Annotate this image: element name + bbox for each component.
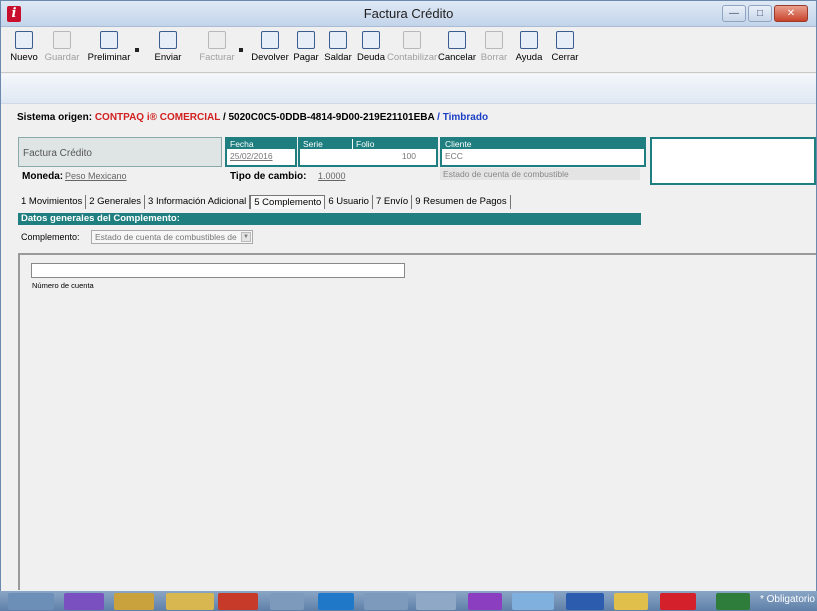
taskbar-app-icon[interactable] (114, 593, 154, 610)
preview-icon (100, 31, 118, 49)
taskbar-pdf-icon[interactable] (218, 593, 258, 610)
document-type-box: Factura Crédito (18, 137, 222, 167)
tab-complemento[interactable]: 5 Complemento (250, 195, 326, 209)
cliente-info-box (650, 137, 816, 185)
devolver-button[interactable]: Devolver (249, 31, 291, 71)
tipo-cambio-value[interactable]: 1.0000 (318, 171, 346, 181)
numero-cuenta-input[interactable] (31, 263, 405, 278)
contabilizar-button[interactable]: Contabilizar (387, 31, 437, 71)
complemento-section-title: Datos generales del Complemento: (18, 213, 641, 225)
taskbar-app-icon[interactable] (512, 593, 554, 610)
moneda-value[interactable]: Peso Mexicano (65, 171, 127, 181)
toolbar: Nuevo Guardar Preliminar Enviar Facturar… (1, 28, 816, 73)
complemento-select[interactable]: Estado de cuenta de combustibles de ▼ (91, 230, 253, 244)
moneda-label: Moneda: (22, 171, 64, 182)
document-type: Factura Crédito (23, 148, 92, 159)
tab-generales[interactable]: 2 Generales (86, 195, 146, 209)
fecha-field[interactable]: Fecha 25/02/2016 (225, 137, 297, 167)
invoice-icon (208, 31, 226, 49)
deuda-button[interactable]: Deuda (355, 31, 387, 71)
serie-label: Serie (300, 139, 352, 149)
origin-line: Sistema origen: CONTPAQ i® COMERCIAL / 5… (17, 112, 488, 123)
taskbar-word-icon[interactable] (566, 593, 604, 610)
taskbar-folder-icon[interactable] (166, 593, 214, 610)
enviar-button[interactable]: Enviar (151, 31, 185, 71)
close-door-icon (556, 31, 574, 49)
debt-icon (362, 31, 380, 49)
cliente-field[interactable]: Cliente ECC (440, 137, 646, 167)
tab-movimientos[interactable]: 1 Movimientos (18, 195, 87, 209)
cliente-label: Cliente (442, 139, 644, 149)
folio-label: Folio (353, 139, 436, 149)
borrar-button[interactable]: Borrar (478, 31, 510, 71)
taskbar-text: * Obligatorio (759, 594, 815, 605)
window-title: Factura Crédito (363, 6, 454, 21)
tab-informacion-adicional[interactable]: 3 Información Adicional (145, 195, 251, 209)
origin-uuid: / 5020C0C5-0DDB-4814-9D00-219E21101EBA (222, 112, 435, 123)
settle-icon (329, 31, 347, 49)
fecha-label: Fecha (227, 139, 295, 149)
minimize-button[interactable]: — (722, 5, 746, 22)
taskbar-app-icon[interactable] (416, 593, 456, 610)
taskbar-app-icon[interactable] (64, 593, 104, 610)
save-icon (53, 31, 71, 49)
accounting-icon (403, 31, 421, 49)
taskbar-start-icon[interactable] (8, 593, 54, 610)
maximize-button[interactable]: □ (748, 5, 772, 22)
app-window: i Factura Crédito — □ ✕ Nuevo Guardar Pr… (0, 0, 817, 611)
saldar-button[interactable]: Saldar (322, 31, 354, 71)
new-icon (15, 31, 33, 49)
taskbar-app-icon[interactable] (614, 593, 648, 610)
close-window-button[interactable]: ✕ (774, 5, 808, 22)
pay-icon (297, 31, 315, 49)
facturar-button[interactable]: Facturar (197, 31, 237, 71)
preliminar-button[interactable]: Preliminar (85, 31, 133, 71)
title-bar[interactable]: i Factura Crédito — □ ✕ (1, 1, 816, 27)
pagar-button[interactable]: Pagar (291, 31, 321, 71)
return-icon (261, 31, 279, 49)
taskbar: * Obligatorio (0, 591, 817, 611)
tab-usuario[interactable]: 6 Usuario (325, 195, 373, 209)
help-icon (520, 31, 538, 49)
cerrar-button[interactable]: Cerrar (549, 31, 581, 71)
preliminar-dropdown-icon[interactable] (135, 48, 139, 52)
serie-folio-field[interactable]: Serie Folio 100 (298, 137, 438, 167)
cliente-code[interactable]: ECC (445, 151, 463, 161)
cancelar-button[interactable]: Cancelar (438, 31, 476, 71)
taskbar-app-icon[interactable] (270, 593, 304, 610)
fecha-value[interactable]: 25/02/2016 (230, 151, 273, 161)
nuevo-button[interactable]: Nuevo (7, 31, 41, 71)
delete-icon (485, 31, 503, 49)
taskbar-skype-icon[interactable] (318, 593, 354, 610)
ayuda-button[interactable]: Ayuda (513, 31, 545, 71)
numero-cuenta-label: Número de cuenta (32, 281, 94, 290)
send-icon (159, 31, 177, 49)
origin-status: / Timbrado (437, 112, 489, 123)
taskbar-app-icon[interactable] (660, 593, 696, 610)
guardar-button[interactable]: Guardar (41, 31, 83, 71)
moneda-row: Moneda: Peso Mexicano Tipo de cambio: 1.… (18, 168, 438, 184)
folio-value[interactable]: 100 (402, 151, 416, 161)
tipo-cambio-label: Tipo de cambio: (230, 171, 307, 182)
complemento-label: Complemento: (21, 232, 80, 242)
complemento-panel: Número de cuenta (18, 253, 816, 590)
facturar-dropdown-icon[interactable] (239, 48, 243, 52)
cliente-name: Estado de cuenta de combustible (440, 168, 640, 180)
info-banner (1, 74, 816, 104)
chevron-down-icon[interactable]: ▼ (241, 232, 251, 242)
taskbar-app-icon[interactable] (364, 593, 408, 610)
tab-resumen-pagos[interactable]: 9 Resumen de Pagos (412, 195, 511, 209)
taskbar-excel-icon[interactable] (716, 593, 750, 610)
cancel-icon (448, 31, 466, 49)
taskbar-app-icon[interactable] (468, 593, 502, 610)
tab-bar: 1 Movimientos 2 Generales 3 Información … (18, 195, 511, 209)
origin-system: CONTPAQ i® COMERCIAL (94, 112, 221, 123)
origin-prefix: Sistema origen: (17, 112, 93, 123)
complemento-selected: Estado de cuenta de combustibles de (95, 232, 237, 242)
tab-envio[interactable]: 7 Envío (373, 195, 413, 209)
